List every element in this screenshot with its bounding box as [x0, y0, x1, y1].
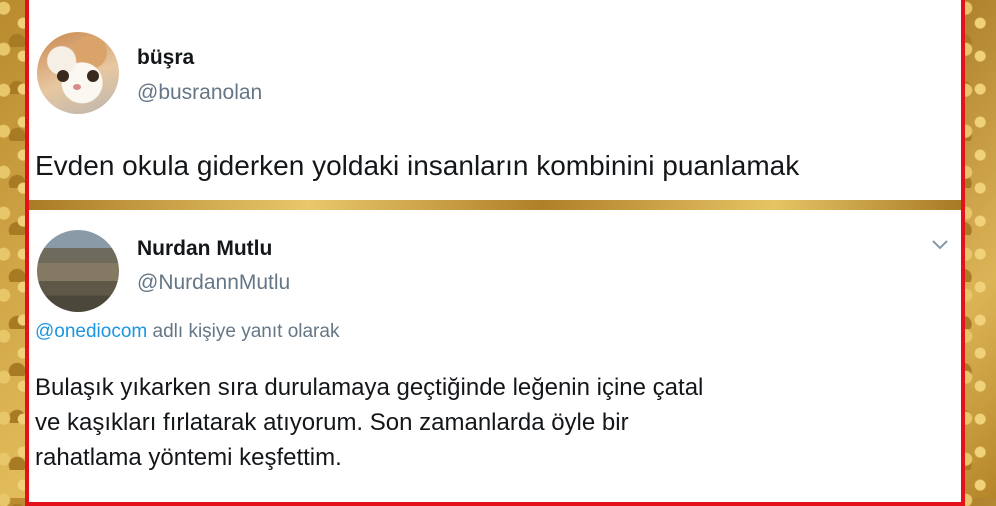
tweet-text: Evden okula giderken yoldaki insanların … [35, 150, 800, 181]
tweet-card-nurdan: Nurdan Mutlu @NurdannMutlu @onediocom ad… [29, 210, 961, 502]
display-name[interactable]: Nurdan Mutlu [137, 237, 272, 261]
chevron-down-icon[interactable] [929, 236, 951, 252]
cat-nose-icon [73, 84, 81, 90]
display-name[interactable]: büşra [137, 46, 194, 70]
tweet-text-line: Bulaşık yıkarken sıra durulamaya geçtiği… [35, 374, 704, 401]
user-handle[interactable]: @busranolan [137, 81, 262, 105]
cat-eye-icon [87, 70, 99, 82]
reply-context: @onediocom adlı kişiye yanıt olarak [35, 321, 339, 343]
reply-label: adlı kişiye yanıt olarak [147, 321, 340, 342]
mention-link[interactable]: @onediocom [35, 321, 147, 342]
tweet-text-line: ve kaşıkları fırlatarak atıyorum. Son za… [35, 409, 629, 436]
tweet-text-line: rahatlama yöntemi keşfettim. [35, 444, 342, 471]
tweet-card-busra: büşra @busranolan Evden okula giderken y… [29, 0, 961, 202]
avatar[interactable] [37, 32, 119, 114]
avatar[interactable] [37, 230, 119, 312]
screenshot-frame: büşra @busranolan Evden okula giderken y… [25, 0, 965, 506]
cat-eye-icon [57, 70, 69, 82]
tweet-text: Bulaşık yıkarken sıra durulamaya geçtiği… [35, 370, 703, 475]
user-handle[interactable]: @NurdannMutlu [137, 271, 290, 295]
